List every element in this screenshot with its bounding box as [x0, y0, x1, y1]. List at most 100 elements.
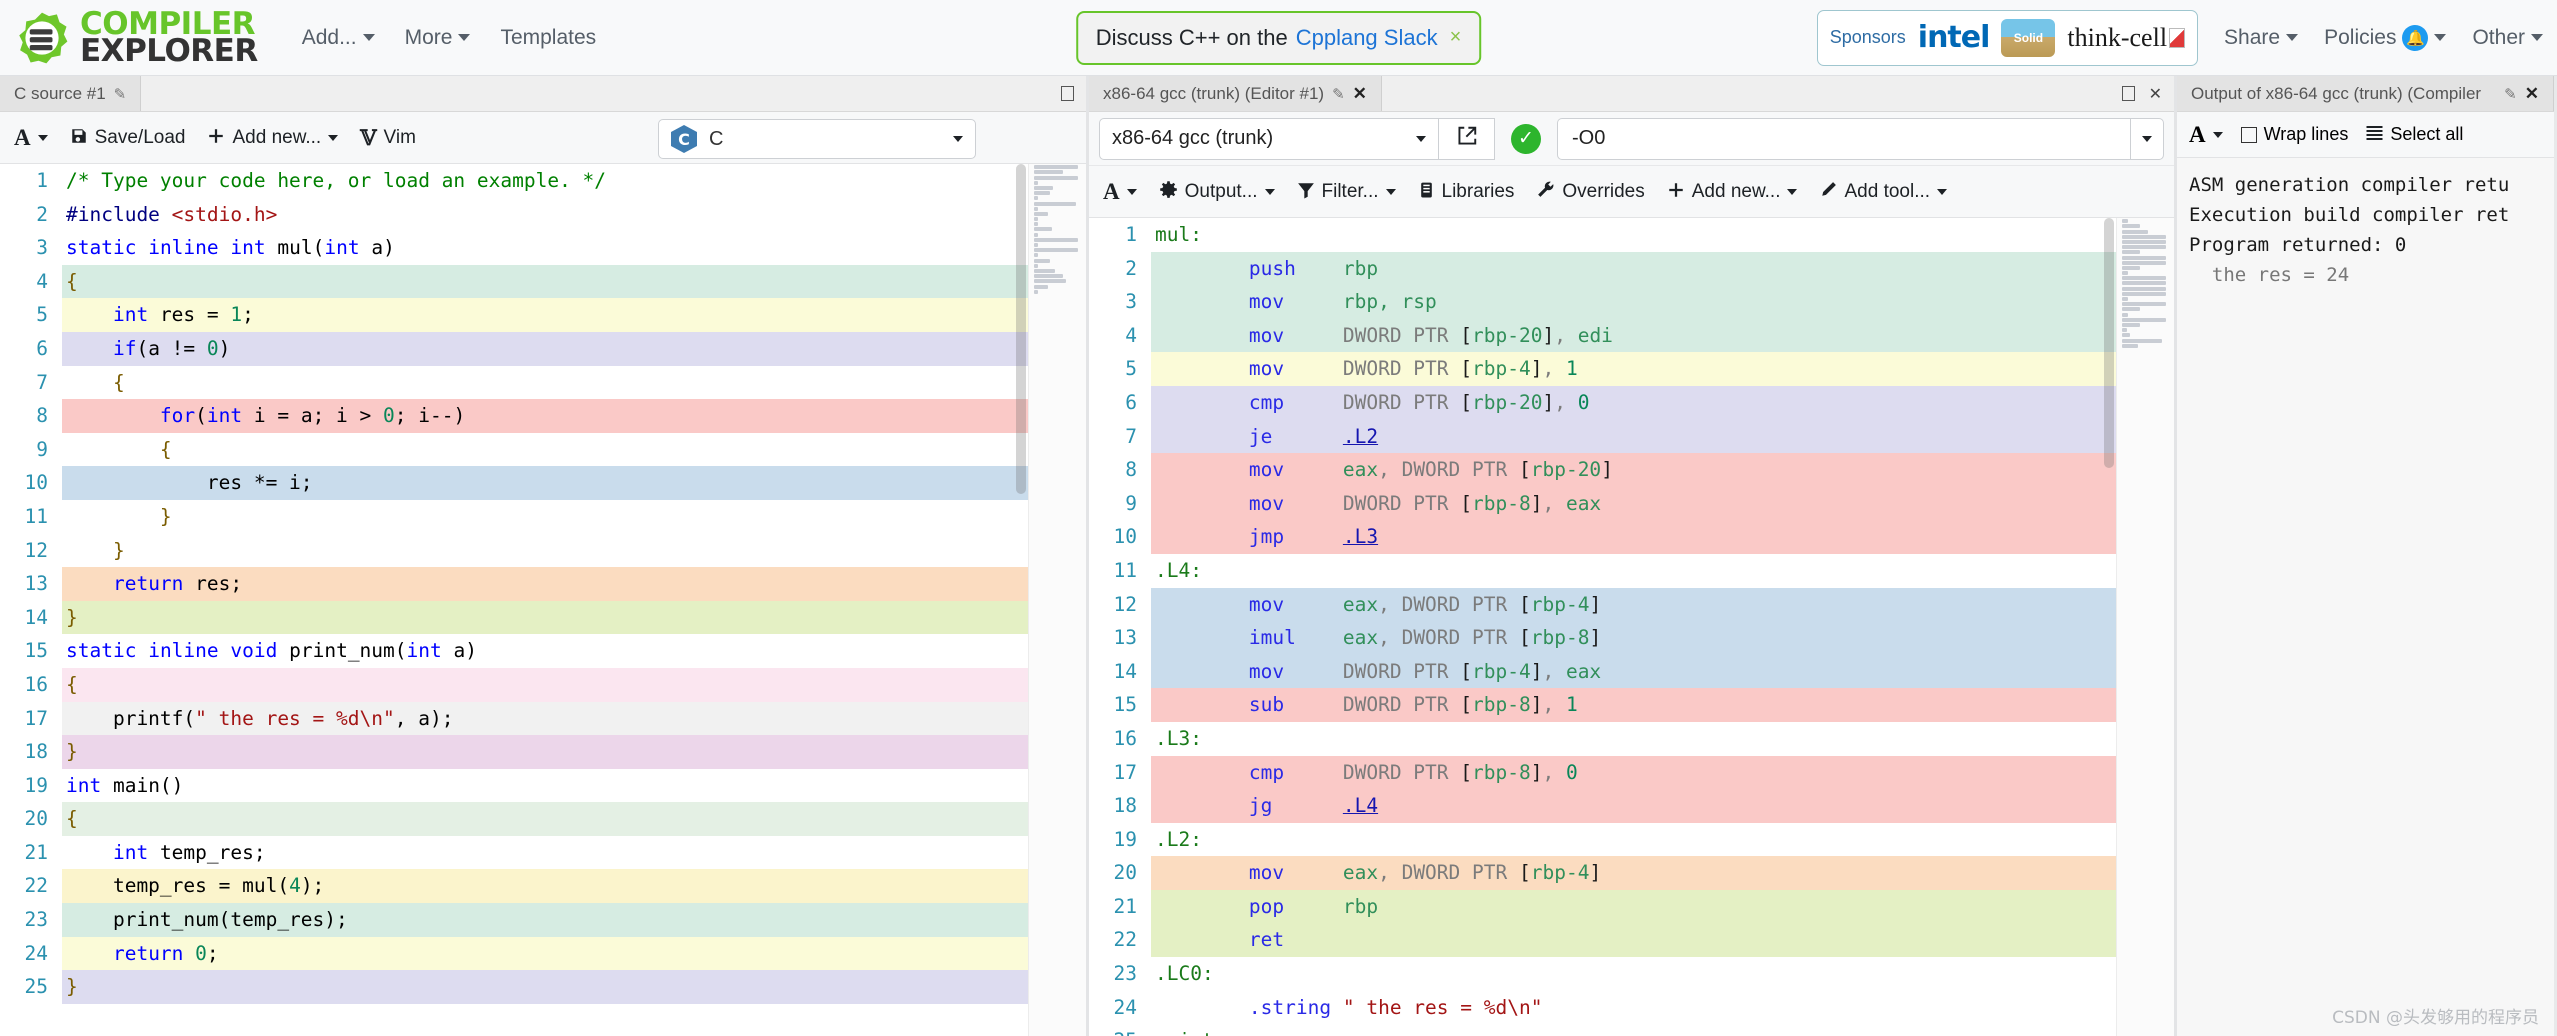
- compiler-options-dropdown-button[interactable]: [2130, 117, 2164, 160]
- code-line[interactable]: printf(" the res = %d\n", a);: [62, 701, 1086, 736]
- code-line[interactable]: cmp DWORD PTR [rbp-8], 0: [1151, 755, 2174, 790]
- scrollbar-thumb[interactable]: [2104, 218, 2114, 468]
- code-line[interactable]: if(a != 0): [62, 331, 1086, 366]
- code-line[interactable]: mul:: [1151, 218, 2174, 252]
- overrides-button[interactable]: Overrides: [1536, 180, 1645, 203]
- code-line[interactable]: {: [62, 365, 1086, 400]
- code-line[interactable]: {: [62, 802, 1086, 836]
- code-line[interactable]: mov DWORD PTR [rbp-8], eax: [1151, 486, 2174, 521]
- compile-status-ok-icon[interactable]: ✓: [1511, 123, 1541, 154]
- assembly-output[interactable]: 1234567891011121314151617181920212223242…: [1089, 218, 2174, 1036]
- code-line[interactable]: }: [62, 970, 1086, 1004]
- code-line[interactable]: .L3:: [1151, 721, 2174, 756]
- compiler-output-text[interactable]: ASM generation compiler retu Execution bu…: [2177, 158, 2554, 1036]
- code-line[interactable]: imul eax, DWORD PTR [rbp-8]: [1151, 621, 2174, 655]
- code-line[interactable]: print_num:: [1151, 1024, 2174, 1036]
- source-minimap[interactable]: [1028, 164, 1086, 1036]
- sponsors-box[interactable]: Sponsors intel Solid think-cell: [1816, 9, 2199, 66]
- code-line[interactable]: mov eax, DWORD PTR [rbp-4]: [1151, 856, 2174, 890]
- close-icon[interactable]: ✕: [2525, 84, 2539, 104]
- code-line[interactable]: cmp DWORD PTR [rbp-20], 0: [1151, 385, 2174, 420]
- language-select[interactable]: C C: [658, 119, 976, 159]
- code-line[interactable]: print_num(temp_res);: [62, 903, 1086, 937]
- code-line[interactable]: for(int i = a; i > 0; i--): [62, 399, 1086, 433]
- code-line[interactable]: }: [62, 499, 1086, 534]
- assembly-code-lines[interactable]: mul: push rbp mov rbp, rsp mov DWORD PTR…: [1151, 218, 2174, 1036]
- nav-item-share[interactable]: Share: [2224, 26, 2299, 50]
- code-line[interactable]: }: [62, 600, 1086, 635]
- code-line[interactable]: .LC0:: [1151, 957, 2174, 991]
- intel-logo[interactable]: intel: [1918, 20, 1991, 55]
- nav-item-add[interactable]: Add...: [302, 26, 375, 50]
- cpplang-slack-link[interactable]: Cpplang Slack: [1296, 25, 1438, 51]
- pencil-icon[interactable]: ✎: [1332, 85, 1345, 103]
- code-line[interactable]: jg .L4: [1151, 789, 2174, 823]
- close-icon[interactable]: ✕: [1353, 84, 1367, 104]
- code-line[interactable]: sub DWORD PTR [rbp-8], 1: [1151, 688, 2174, 722]
- code-line[interactable]: mov DWORD PTR [rbp-4], eax: [1151, 654, 2174, 689]
- code-line[interactable]: mov DWORD PTR [rbp-20], edi: [1151, 318, 2174, 353]
- code-line[interactable]: int temp_res;: [62, 835, 1086, 870]
- pencil-icon[interactable]: ✎: [2504, 85, 2517, 103]
- close-icon[interactable]: ×: [1450, 26, 1462, 49]
- nav-item-other[interactable]: Other: [2472, 26, 2543, 50]
- code-line[interactable]: ret: [1151, 923, 2174, 958]
- code-line[interactable]: return res;: [62, 567, 1086, 601]
- compiler-select[interactable]: x86-64 gcc (trunk): [1099, 117, 1439, 160]
- nav-item-policies[interactable]: Policies 🔔: [2324, 24, 2447, 51]
- select-all-button[interactable]: Select all: [2366, 124, 2463, 145]
- assembly-minimap[interactable]: [2116, 218, 2174, 1036]
- code-line[interactable]: /* Type your code here, or load an examp…: [62, 164, 1086, 198]
- code-line[interactable]: mov eax, DWORD PTR [rbp-4]: [1151, 587, 2174, 622]
- code-line[interactable]: jmp .L3: [1151, 520, 2174, 554]
- compiler-font-size-button[interactable]: A: [1103, 179, 1137, 205]
- code-line[interactable]: .L4:: [1151, 553, 2174, 588]
- code-line[interactable]: mov eax, DWORD PTR [rbp-20]: [1151, 453, 2174, 487]
- nav-item-more[interactable]: More: [405, 26, 471, 50]
- code-line[interactable]: {: [62, 432, 1086, 467]
- source-code-lines[interactable]: /* Type your code here, or load an examp…: [62, 164, 1086, 1036]
- code-line[interactable]: static inline int mul(int a): [62, 231, 1086, 265]
- source-code-editor[interactable]: 1 2 3 4 5 6 7 8 9 10 11 12 13 14 15 16 17 18 19 20 21 22 23 24 2…: [0, 164, 1086, 1036]
- code-line[interactable]: .L2:: [1151, 822, 2174, 857]
- pencil-icon[interactable]: ✎: [114, 85, 127, 103]
- checkbox-icon[interactable]: [2240, 126, 2257, 143]
- compiler-options-input[interactable]: [1557, 117, 2130, 160]
- maximize-icon[interactable]: [2121, 86, 2135, 101]
- code-line[interactable]: mov DWORD PTR [rbp-4], 1: [1151, 352, 2174, 386]
- editor-add-new-button[interactable]: Add new...: [207, 127, 339, 149]
- code-line[interactable]: res *= i;: [62, 466, 1086, 500]
- code-line[interactable]: }: [62, 533, 1086, 568]
- add-tool-button[interactable]: Add tool...: [1819, 181, 1948, 203]
- compiler-add-new-button[interactable]: Add new...: [1667, 181, 1798, 203]
- code-line[interactable]: .string " the res = %d\n": [1151, 990, 2174, 1025]
- code-line[interactable]: #include <stdio.h>: [62, 197, 1086, 232]
- code-line[interactable]: int res = 1;: [62, 298, 1086, 332]
- assembly-scrollbar[interactable]: [2102, 218, 2116, 1036]
- open-in-new-window-button[interactable]: [1439, 117, 1495, 160]
- code-line[interactable]: }: [62, 735, 1086, 769]
- code-line[interactable]: {: [62, 667, 1086, 702]
- slack-promo-banner[interactable]: Discuss C++ on the Cpplang Slack ×: [1075, 10, 1482, 65]
- code-line[interactable]: push rbp: [1151, 251, 2174, 286]
- code-line[interactable]: temp_res = mul(4);: [62, 869, 1086, 904]
- save-load-button[interactable]: Save/Load: [70, 127, 185, 149]
- code-line[interactable]: je .L2: [1151, 419, 2174, 454]
- libraries-button[interactable]: Libraries: [1418, 181, 1514, 203]
- tab-c-source-1[interactable]: C source #1 ✎: [0, 76, 142, 111]
- notification-bell-icon[interactable]: 🔔: [2402, 24, 2429, 51]
- vim-toggle-button[interactable]: 𝕍 Vim: [360, 127, 416, 149]
- nav-item-templates[interactable]: Templates: [500, 26, 596, 50]
- app-logo[interactable]: COMPILER EXPLORER: [14, 9, 258, 66]
- font-size-button[interactable]: A: [14, 125, 48, 151]
- solid-sands-logo[interactable]: Solid: [2001, 18, 2056, 57]
- filter-button[interactable]: Filter...: [1297, 181, 1396, 203]
- wrap-lines-checkbox[interactable]: Wrap lines: [2240, 124, 2348, 145]
- code-line[interactable]: mov rbp, rsp: [1151, 285, 2174, 319]
- output-font-size-button[interactable]: A: [2189, 122, 2223, 148]
- source-scrollbar[interactable]: [1014, 164, 1028, 1036]
- scrollbar-thumb[interactable]: [1016, 164, 1026, 494]
- tab-compiler-output[interactable]: Output of x86-64 gcc (trunk) (Compiler ✎…: [2177, 76, 2554, 111]
- tab-compiler-x86-64-gcc[interactable]: x86-64 gcc (trunk) (Editor #1) ✎ ✕: [1089, 76, 1382, 111]
- code-line[interactable]: pop rbp: [1151, 889, 2174, 924]
